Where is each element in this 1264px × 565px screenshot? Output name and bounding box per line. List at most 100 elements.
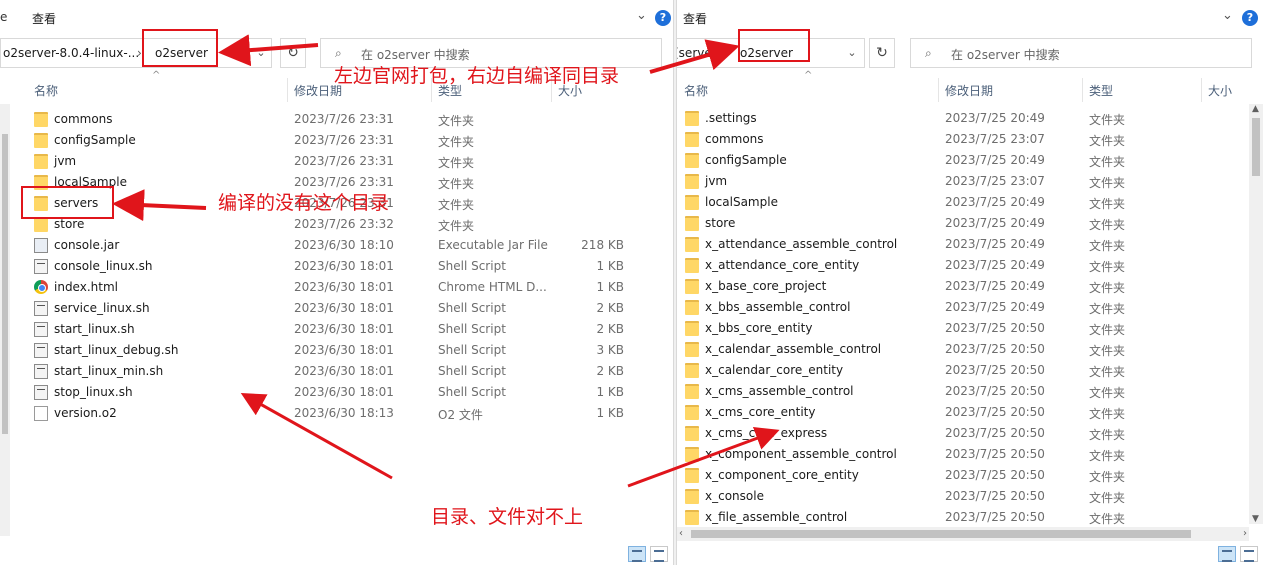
file-row[interactable]: x_component_assemble_control 2023/7/25 20… (677, 444, 1250, 465)
file-row[interactable]: x_cms_core_entity 2023/7/25 20:50 文件夹 (677, 402, 1250, 423)
help-icon[interactable]: ? (655, 10, 671, 26)
scroll-down-arrow-icon[interactable]: ▼ (1252, 514, 1259, 524)
column-header-date[interactable]: 修改日期 (945, 82, 993, 99)
breadcrumb-parent[interactable]: o2server-8.0.4-linux-... (3, 46, 139, 60)
file-row[interactable]: configSample 2023/7/26 23:31 文件夹 (0, 130, 659, 151)
column-header-name[interactable]: 名称 (684, 82, 708, 99)
file-row[interactable]: start_linux_debug.sh 2023/6/30 18:01 Shell… (0, 340, 659, 361)
refresh-button[interactable]: ↻ (869, 38, 895, 68)
breadcrumb-parent[interactable]: (server (677, 46, 717, 60)
file-type: Shell Script (438, 385, 506, 399)
file-row[interactable]: start_linux_min.sh 2023/6/30 18:01 Shell S… (0, 361, 659, 382)
ribbon-collapse-chevron-icon[interactable]: ⌄ (1222, 8, 1233, 23)
scroll-right-arrow-icon[interactable]: › (1243, 528, 1247, 539)
file-modified-date: 2023/6/30 18:01 (294, 280, 394, 294)
file-row[interactable]: x_cms_assemble_control 2023/7/25 20:50 文件夹 (677, 381, 1250, 402)
file-modified-date: 2023/7/25 20:50 (945, 489, 1045, 503)
address-dropdown-chevron-icon[interactable]: ⌄ (250, 38, 272, 68)
file-row[interactable]: .settings 2023/7/25 20:49 文件夹 (677, 108, 1250, 129)
scroll-up-arrow-icon[interactable]: ▲ (1252, 104, 1259, 114)
large-icons-view-button[interactable] (1240, 546, 1258, 562)
file-name: index.html (54, 280, 118, 294)
annotation-middle: 编译的没有这个目录 (218, 192, 390, 214)
scrollbar-thumb[interactable] (2, 134, 8, 434)
file-row[interactable]: jvm 2023/7/26 23:31 文件夹 (0, 151, 659, 172)
file-type: 文件夹 (438, 177, 475, 191)
file-type: Shell Script (438, 364, 506, 378)
file-modified-date: 2023/7/25 20:50 (945, 384, 1045, 398)
file-row[interactable]: x_component_core_entity 2023/7/25 20:50 文件… (677, 465, 1250, 486)
column-divider[interactable] (1201, 78, 1202, 102)
file-name: x_calendar_assemble_control (705, 342, 882, 356)
file-row[interactable]: console.jar 2023/6/30 18:10 Executable Jar… (0, 235, 659, 256)
folder-icon (685, 384, 699, 399)
file-row[interactable]: x_calendar_core_entity 2023/7/25 20:50 文件夹 (677, 360, 1250, 381)
file-name: .settings (705, 111, 757, 125)
file-row[interactable]: start_linux.sh 2023/6/30 18:01 Shell Scrip… (0, 319, 659, 340)
file-name: store (705, 216, 736, 230)
file-row[interactable]: x_console 2023/7/25 20:50 文件夹 (677, 486, 1250, 507)
folder-icon (685, 111, 699, 126)
file-name: stop_linux.sh (54, 385, 133, 399)
address-dropdown-chevron-icon[interactable]: ⌄ (841, 38, 863, 68)
file-row[interactable]: x_file_assemble_control 2023/7/25 20:50 文件… (677, 507, 1250, 528)
file-row[interactable]: console_linux.sh 2023/6/30 18:01 Shell Scr… (0, 256, 659, 277)
file-row[interactable]: x_cms_core_express 2023/7/25 20:50 文件夹 (677, 423, 1250, 444)
folder-icon (685, 510, 699, 525)
column-header-size[interactable]: 大小 (1208, 82, 1232, 99)
ribbon-collapse-chevron-icon[interactable]: ⌄ (636, 8, 647, 23)
file-type: 文件夹 (438, 156, 475, 170)
column-divider[interactable] (287, 78, 288, 102)
file-size: 3 KB (596, 343, 624, 357)
file-row[interactable]: x_bbs_assemble_control 2023/7/25 20:49 文件夹 (677, 297, 1250, 318)
file-row[interactable]: x_attendance_assemble_control 2023/7/25 2… (677, 234, 1250, 255)
ribbon-fragment: e (0, 10, 8, 24)
right-horizontal-scrollbar[interactable]: ‹ › (677, 527, 1249, 541)
menu-view[interactable]: 查看 (683, 10, 707, 27)
folder-icon (34, 133, 48, 148)
file-row[interactable]: jvm 2023/7/25 23:07 文件夹 (677, 171, 1250, 192)
file-row[interactable]: service_linux.sh 2023/6/30 18:01 Shell Scr… (0, 298, 659, 319)
details-view-button[interactable] (628, 546, 646, 562)
file-name: x_file_assemble_control (705, 510, 848, 524)
column-header-type[interactable]: 类型 (1089, 82, 1113, 99)
file-row[interactable]: configSample 2023/7/25 20:49 文件夹 (677, 150, 1250, 171)
column-divider[interactable] (1082, 78, 1083, 102)
left-vertical-scrollbar[interactable] (0, 104, 10, 536)
file-row[interactable]: store 2023/7/25 20:49 文件夹 (677, 213, 1250, 234)
file-row[interactable]: stop_linux.sh 2023/6/30 18:01 Shell Script… (0, 382, 659, 403)
file-modified-date: 2023/7/26 23:31 (294, 154, 394, 168)
file-modified-date: 2023/6/30 18:01 (294, 385, 394, 399)
file-modified-date: 2023/7/26 23:31 (294, 133, 394, 147)
file-row[interactable]: x_base_core_project 2023/7/25 20:49 文件夹 (677, 276, 1250, 297)
file-row[interactable]: x_attendance_core_entity 2023/7/25 20:49 文… (677, 255, 1250, 276)
refresh-button[interactable]: ↻ (280, 38, 306, 68)
file-row[interactable]: commons 2023/7/26 23:31 文件夹 (0, 109, 659, 130)
file-row[interactable]: x_calendar_assemble_control 2023/7/25 20:… (677, 339, 1250, 360)
search-box[interactable]: ⌕ 在 o2server 中搜索 (910, 38, 1252, 68)
file-type: 文件夹 (1089, 470, 1126, 484)
address-bar[interactable]: o2server-8.0.4-linux-... › o2server (0, 38, 272, 68)
file-modified-date: 2023/7/25 20:50 (945, 447, 1045, 461)
menu-view[interactable]: 查看 (32, 10, 56, 27)
scrollbar-thumb[interactable] (1252, 118, 1260, 176)
file-type: 文件夹 (438, 114, 475, 128)
shell-script-icon (34, 364, 48, 379)
file-row[interactable]: localSample 2023/7/25 20:49 文件夹 (677, 192, 1250, 213)
file-name: x_cms_core_express (705, 426, 828, 440)
large-icons-view-button[interactable] (650, 546, 668, 562)
right-vertical-scrollbar[interactable]: ▲ ▼ (1249, 104, 1263, 524)
help-icon[interactable]: ? (1242, 10, 1258, 26)
file-row[interactable]: x_bbs_core_entity 2023/7/25 20:50 文件夹 (677, 318, 1250, 339)
shell-script-icon (34, 301, 48, 316)
file-row[interactable]: index.html 2023/6/30 18:01 Chrome HTML D..… (0, 277, 659, 298)
file-row[interactable]: commons 2023/7/25 23:07 文件夹 (677, 129, 1250, 150)
scroll-left-arrow-icon[interactable]: ‹ (679, 528, 683, 539)
file-modified-date: 2023/7/25 23:07 (945, 174, 1045, 188)
file-name: configSample (705, 153, 787, 167)
column-divider[interactable] (938, 78, 939, 102)
scrollbar-thumb[interactable] (691, 530, 1191, 538)
details-view-button[interactable] (1218, 546, 1236, 562)
column-header-name[interactable]: 名称 (34, 82, 58, 99)
file-row[interactable]: version.o2 2023/6/30 18:13 O2 文件 1 KB (0, 403, 659, 424)
